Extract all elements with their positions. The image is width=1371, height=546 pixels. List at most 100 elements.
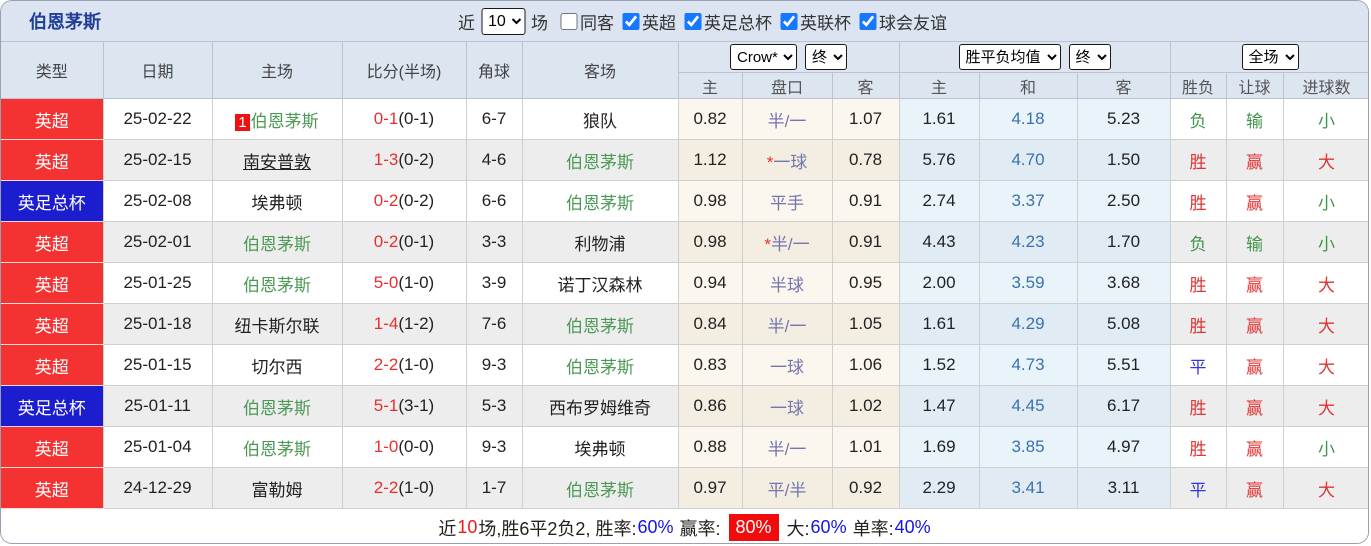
avg-home-cell: 2.00 [899,262,980,304]
col-header-home: 主场 [212,42,343,99]
away-team-link[interactable]: 伯恩茅斯 [566,481,634,500]
summary-segment-9: 40% [894,517,931,537]
away-team-link[interactable]: 伯恩茅斯 [566,194,634,213]
checkbox-input[interactable] [560,12,577,30]
filter-checkbox-英足总杯[interactable]: 英足总杯 [684,9,772,34]
avg-draw-cell: 4.70 [979,139,1078,181]
score-cell: 1-3(0-2) [342,139,467,181]
home-team-link[interactable]: 伯恩茅斯 [243,235,311,254]
odds-away-cell: 0.78 [832,139,900,181]
handicap-result-cell: 输 [1226,221,1284,263]
avg-draw-cell: 4.73 [979,344,1078,386]
result-cell: 平 [1170,344,1227,386]
away-team-link[interactable]: 埃弗顿 [575,440,626,459]
odds-final-select[interactable]: 终 [805,44,847,70]
odds-company-select[interactable]: Crow* [730,44,797,70]
halftime-score: (1-0) [398,355,435,374]
home-team-link[interactable]: 切尔西 [252,358,303,377]
avg-home-cell: 4.43 [899,221,980,263]
home-team-link[interactable]: 伯恩茅斯 [243,440,311,459]
checkbox-input[interactable] [622,12,639,30]
home-team-link[interactable]: 伯恩茅斯 [243,399,311,418]
fulltime-score: 1-3 [373,150,399,169]
result-cell: 胜 [1170,139,1227,181]
away-team-cell: 利物浦 [522,221,679,263]
avg-draw-cell: 3.85 [979,426,1078,468]
handicap-result-cell: 赢 [1226,262,1284,304]
fulltime-score: 0-1 [373,109,399,128]
filter-checkbox-英联杯[interactable]: 英联杯 [780,9,851,34]
away-team-link[interactable]: 伯恩茅斯 [566,358,634,377]
summary-segment-7: 60% [810,517,847,537]
away-team-link[interactable]: 狼队 [583,112,617,131]
checkbox-label: 英足总杯 [704,13,772,33]
checkbox-input[interactable] [684,12,701,30]
match-type-cell: 英足总杯 [1,385,104,427]
home-team-cell: 纽卡斯尔联 [212,303,343,345]
home-team-link[interactable]: 南安普敦 [243,153,311,172]
handicap-cell: 平/半 [742,467,833,509]
match-date-cell: 25-02-22 [103,98,213,140]
home-team-link[interactable]: 埃弗顿 [252,194,303,213]
goals-result-cell: 大 [1283,385,1368,427]
goals-result-cell: 小 [1283,221,1368,263]
home-team-cell: 伯恩茅斯 [212,426,343,468]
filter-checkbox-球会友谊[interactable]: 球会友谊 [859,9,947,34]
handicap-cell: 半球 [742,262,833,304]
odds-home-cell: 0.88 [678,426,743,468]
handicap-result-cell: 赢 [1226,385,1284,427]
odds-away-cell: 1.06 [832,344,900,386]
home-team-link[interactable]: 纽卡斯尔联 [235,317,320,336]
sub-col-header-4: 和 [979,72,1078,99]
corners-cell: 5-3 [466,385,523,427]
home-team-link[interactable]: 伯恩茅斯 [251,112,319,131]
away-team-link[interactable]: 伯恩茅斯 [566,317,634,336]
matches-count-select[interactable]: 10 [481,7,525,35]
sub-col-header-6: 胜负 [1170,72,1227,99]
table-row: 英超 25-01-18 纽卡斯尔联 1-4(1-2) 7-6 伯恩茅斯 0.84… [1,303,1368,345]
match-date-cell: 25-01-15 [103,344,213,386]
score-cell: 0-2(0-1) [342,221,467,263]
result-cell: 胜 [1170,426,1227,468]
away-team-link[interactable]: 伯恩茅斯 [566,153,634,172]
sub-col-header-3: 主 [899,72,980,99]
col-header-away: 客场 [522,42,679,99]
match-type-cell: 英超 [1,98,104,140]
score-cell: 2-2(1-0) [342,344,467,386]
corners-cell: 1-7 [466,467,523,509]
result-cell: 胜 [1170,385,1227,427]
odds-home-cell: 0.82 [678,98,743,140]
fulltime-select[interactable]: 全场 [1241,44,1299,70]
away-team-link[interactable]: 利物浦 [575,235,626,254]
handicap-value: 半/一 [770,234,810,254]
league-filter-checkboxes: 同客 英超 英足总杯 英联杯 球会友谊 [554,9,947,34]
handicap-value: 一球 [770,398,804,418]
match-date-cell: 25-01-04 [103,426,213,468]
home-team-cell: 切尔西 [212,344,343,386]
recent-label: 近 [458,13,475,33]
handicap-result-cell: 赢 [1226,344,1284,386]
score-cell: 1-0(0-0) [342,426,467,468]
avg-final-select[interactable]: 终 [1068,44,1111,70]
fulltime-select-cell: 全场 [1170,42,1368,73]
table-row: 英超 25-02-01 伯恩茅斯 0-2(0-1) 3-3 利物浦 0.98 *… [1,221,1368,263]
home-team-link[interactable]: 伯恩茅斯 [243,276,311,295]
checkbox-input[interactable] [780,12,797,30]
table-header: 类型 日期 主场 比分(半场) 角球 客场 Crow* 终 胜平负均值 终 全场… [1,42,1368,99]
halftime-score: (0-2) [398,191,435,210]
odds-home-cell: 0.97 [678,467,743,509]
checkbox-input[interactable] [859,12,876,30]
away-team-link[interactable]: 诺丁汉森林 [558,276,643,295]
fulltime-score: 5-0 [373,273,399,292]
home-team-link[interactable]: 富勒姆 [252,481,303,500]
handicap-result-cell: 赢 [1226,467,1284,509]
result-cell: 平 [1170,467,1227,509]
avg-draw-cell: 4.18 [979,98,1078,140]
away-team-link[interactable]: 西布罗姆维奇 [549,399,651,418]
halftime-score: (3-1) [398,396,435,415]
filter-checkbox-英超[interactable]: 英超 [622,9,676,34]
avg-odds-select[interactable]: 胜平负均值 [958,44,1061,70]
filter-checkbox-同客[interactable]: 同客 [560,9,614,34]
away-team-cell: 伯恩茅斯 [522,303,679,345]
sub-col-header-8: 进球数 [1283,72,1368,99]
